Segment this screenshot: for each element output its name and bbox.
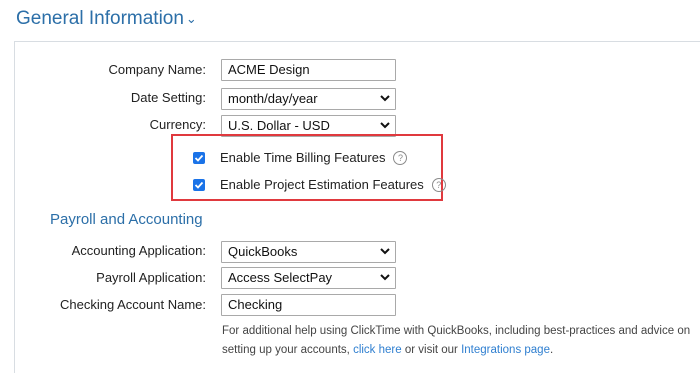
project-estimation-label: Enable Project Estimation Features: [220, 177, 424, 192]
help-text-middle: or visit our: [404, 344, 458, 356]
accounting-application-value: QuickBooks: [228, 244, 298, 259]
date-setting-value: month/day/year: [228, 91, 318, 106]
date-setting-select[interactable]: month/day/year: [221, 88, 396, 110]
payroll-application-value: Access SelectPay: [228, 270, 333, 285]
checking-account-input[interactable]: Checking: [221, 294, 396, 316]
section-title-text: General Information: [16, 8, 184, 29]
quickbooks-help-text: For additional help using ClickTime with…: [222, 322, 692, 360]
project-estimation-checkbox[interactable]: [193, 179, 205, 191]
currency-value: U.S. Dollar - USD: [228, 118, 330, 133]
integrations-page-link[interactable]: Integrations page: [461, 344, 550, 356]
time-billing-checkbox[interactable]: [193, 152, 205, 164]
company-name-label: Company Name:: [108, 62, 206, 77]
help-text-after: .: [549, 344, 554, 356]
dropdown-arrow-icon: [379, 268, 391, 288]
dropdown-arrow-icon: [379, 89, 391, 109]
help-icon[interactable]: ?: [393, 151, 408, 165]
chevron-down-icon: ⌄: [185, 11, 197, 26]
payroll-accounting-heading: Payroll and Accounting: [50, 211, 203, 228]
checking-account-label: Checking Account Name:: [60, 297, 206, 312]
click-here-link[interactable]: click here: [353, 344, 402, 356]
help-icon[interactable]: ?: [431, 178, 446, 192]
time-billing-label: Enable Time Billing Features: [220, 150, 386, 165]
accounting-application-select[interactable]: QuickBooks: [221, 241, 396, 263]
accounting-application-label: Accounting Application:: [71, 243, 206, 258]
currency-label: Currency:: [149, 117, 206, 132]
dropdown-arrow-icon: [379, 242, 391, 262]
payroll-application-label: Payroll Application:: [96, 270, 206, 285]
payroll-application-select[interactable]: Access SelectPay: [221, 267, 396, 289]
date-setting-label: Date Setting:: [130, 90, 206, 105]
company-name-input[interactable]: ACME Design: [221, 59, 396, 81]
dropdown-arrow-icon: [379, 116, 391, 136]
section-title[interactable]: General Information ⌄: [16, 8, 197, 30]
